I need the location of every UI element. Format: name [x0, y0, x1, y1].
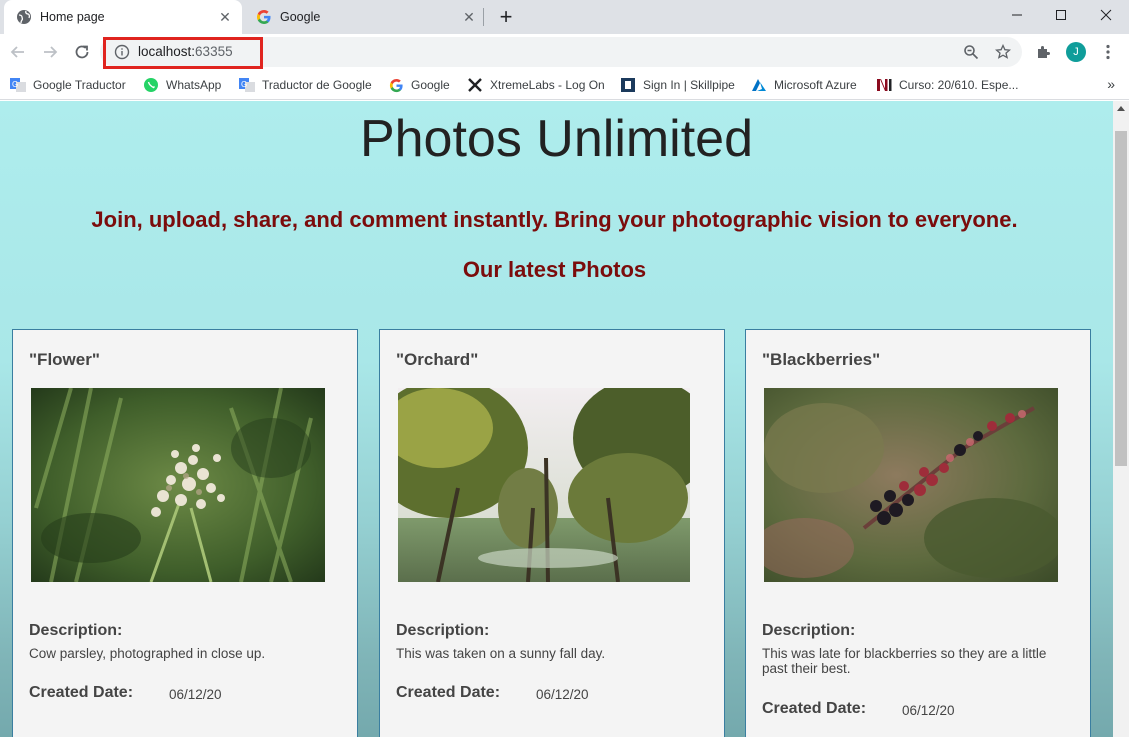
bookmark-skillpipe[interactable]: Sign In | Skillpipe [620, 76, 735, 94]
bookmark-whatsapp[interactable]: WhatsApp [143, 76, 221, 94]
reload-icon [75, 45, 89, 59]
url-highlight-box [103, 37, 263, 69]
created-date-value: 06/12/20 [902, 703, 955, 718]
created-date-value: 06/12/20 [169, 687, 222, 702]
close-tab-icon[interactable]: ✕ [458, 6, 480, 28]
bookmark-xtremelabs[interactable]: XtremeLabs - Log On [467, 76, 605, 94]
kebab-menu-icon [1106, 44, 1110, 60]
extensions-button[interactable] [1034, 42, 1054, 62]
zoom-button[interactable] [962, 43, 980, 61]
description-label: Description: [396, 622, 490, 639]
photo-description: This was late for blackberries so they a… [762, 646, 1047, 676]
page-tagline: Join, upload, share, and comment instant… [91, 207, 1018, 232]
photo-title: "Flower" [29, 350, 100, 369]
profile-button[interactable]: J [1066, 42, 1086, 62]
globe-icon [17, 10, 31, 24]
tab-home-page[interactable]: Home page ✕ [4, 0, 242, 34]
bookmark-label: Microsoft Azure [774, 78, 857, 92]
new-tab-button[interactable]: + [494, 4, 518, 29]
arrow-right-icon [44, 46, 58, 58]
bookmark-label: Curso: 20/610. Espe... [899, 78, 1019, 92]
tab-divider [483, 8, 484, 26]
browser-toolbar: localhost:63355 J [0, 34, 1129, 70]
google-icon [388, 77, 404, 93]
tab-title: Google [280, 10, 321, 24]
scrollbar[interactable] [1113, 101, 1129, 737]
section-title: Our latest Photos [462, 257, 647, 282]
created-date-label: Created Date: [396, 684, 501, 701]
photo-card: "Blackberries" Description: This was lat… [745, 329, 1091, 737]
close-window-button[interactable] [1083, 0, 1129, 30]
bookmark-google-traductor[interactable]: G Google Traductor [10, 76, 126, 94]
maximize-button[interactable] [1038, 0, 1084, 30]
google-translate-icon: G [239, 77, 255, 93]
xtremelabs-icon [467, 77, 483, 93]
google-icon [257, 10, 271, 24]
forward-button[interactable] [36, 38, 64, 66]
photo-description: This was taken on a sunny fall day. [396, 646, 606, 661]
bookmark-label: Google Traductor [33, 78, 126, 92]
bookmark-google[interactable]: Google [388, 76, 450, 94]
svg-text:G: G [241, 80, 247, 89]
created-date-label: Created Date: [29, 684, 134, 701]
skillpipe-icon [620, 77, 636, 93]
photo-image[interactable] [398, 388, 692, 582]
tab-strip: Home page ✕ Google ✕ + [0, 0, 1129, 34]
created-date-label: Created Date: [762, 700, 867, 717]
reload-button[interactable] [68, 38, 96, 66]
ni-icon [876, 77, 892, 93]
photo-card: "Flower" Description: Cow parsley, photo… [12, 329, 358, 737]
tab-google[interactable]: Google ✕ [246, 0, 486, 34]
bookmark-label: Traductor de Google [262, 78, 372, 92]
page-title: Photos Unlimited [359, 110, 754, 168]
azure-icon [751, 77, 767, 93]
description-label: Description: [29, 622, 123, 639]
bookmarks-bar: G Google Traductor WhatsApp G Traductor … [0, 70, 1129, 100]
bookmark-curso[interactable]: Curso: 20/610. Espe... [876, 76, 1018, 94]
photo-title: "Blackberries" [762, 350, 881, 369]
menu-button[interactable] [1098, 42, 1118, 62]
bookmark-label: WhatsApp [166, 78, 222, 92]
svg-text:G: G [12, 80, 18, 89]
photo-card: "Orchard" Description: This was taken on… [379, 329, 725, 737]
whatsapp-icon [143, 77, 159, 93]
google-translate-icon: G [10, 77, 26, 93]
photo-title: "Orchard" [396, 350, 479, 369]
close-icon [1100, 9, 1112, 21]
created-date-value: 06/12/20 [536, 687, 589, 702]
zoom-icon [964, 45, 979, 60]
bookmark-traductor-de-google[interactable]: G Traductor de Google [239, 76, 372, 94]
puzzle-icon [1038, 46, 1050, 58]
scrollbar-thumb[interactable] [1115, 131, 1127, 466]
more-bookmarks-button[interactable]: » [1107, 76, 1115, 92]
description-label: Description: [762, 622, 856, 639]
page-viewport: Photos Unlimited Join, upload, share, an… [0, 101, 1113, 737]
photo-image[interactable] [31, 388, 325, 582]
avatar: J [1066, 42, 1086, 62]
bookmark-label: Google [411, 78, 450, 92]
minimize-icon [1012, 14, 1022, 16]
star-icon [995, 44, 1011, 59]
bookmark-microsoft-azure[interactable]: Microsoft Azure [751, 76, 857, 94]
back-button[interactable] [4, 38, 32, 66]
photo-description: Cow parsley, photographed in close up. [29, 646, 266, 661]
tab-title: Home page [40, 10, 105, 24]
bookmark-label: XtremeLabs - Log On [490, 78, 605, 92]
bookmark-label: Sign In | Skillpipe [643, 78, 735, 92]
photo-image[interactable] [764, 388, 1058, 582]
arrow-left-icon [10, 46, 24, 58]
close-tab-icon[interactable]: ✕ [214, 6, 236, 28]
minimize-button[interactable] [994, 0, 1040, 30]
maximize-icon [1056, 10, 1066, 20]
bookmark-star-button[interactable] [994, 43, 1012, 61]
scroll-up-arrow-icon[interactable] [1117, 106, 1125, 111]
